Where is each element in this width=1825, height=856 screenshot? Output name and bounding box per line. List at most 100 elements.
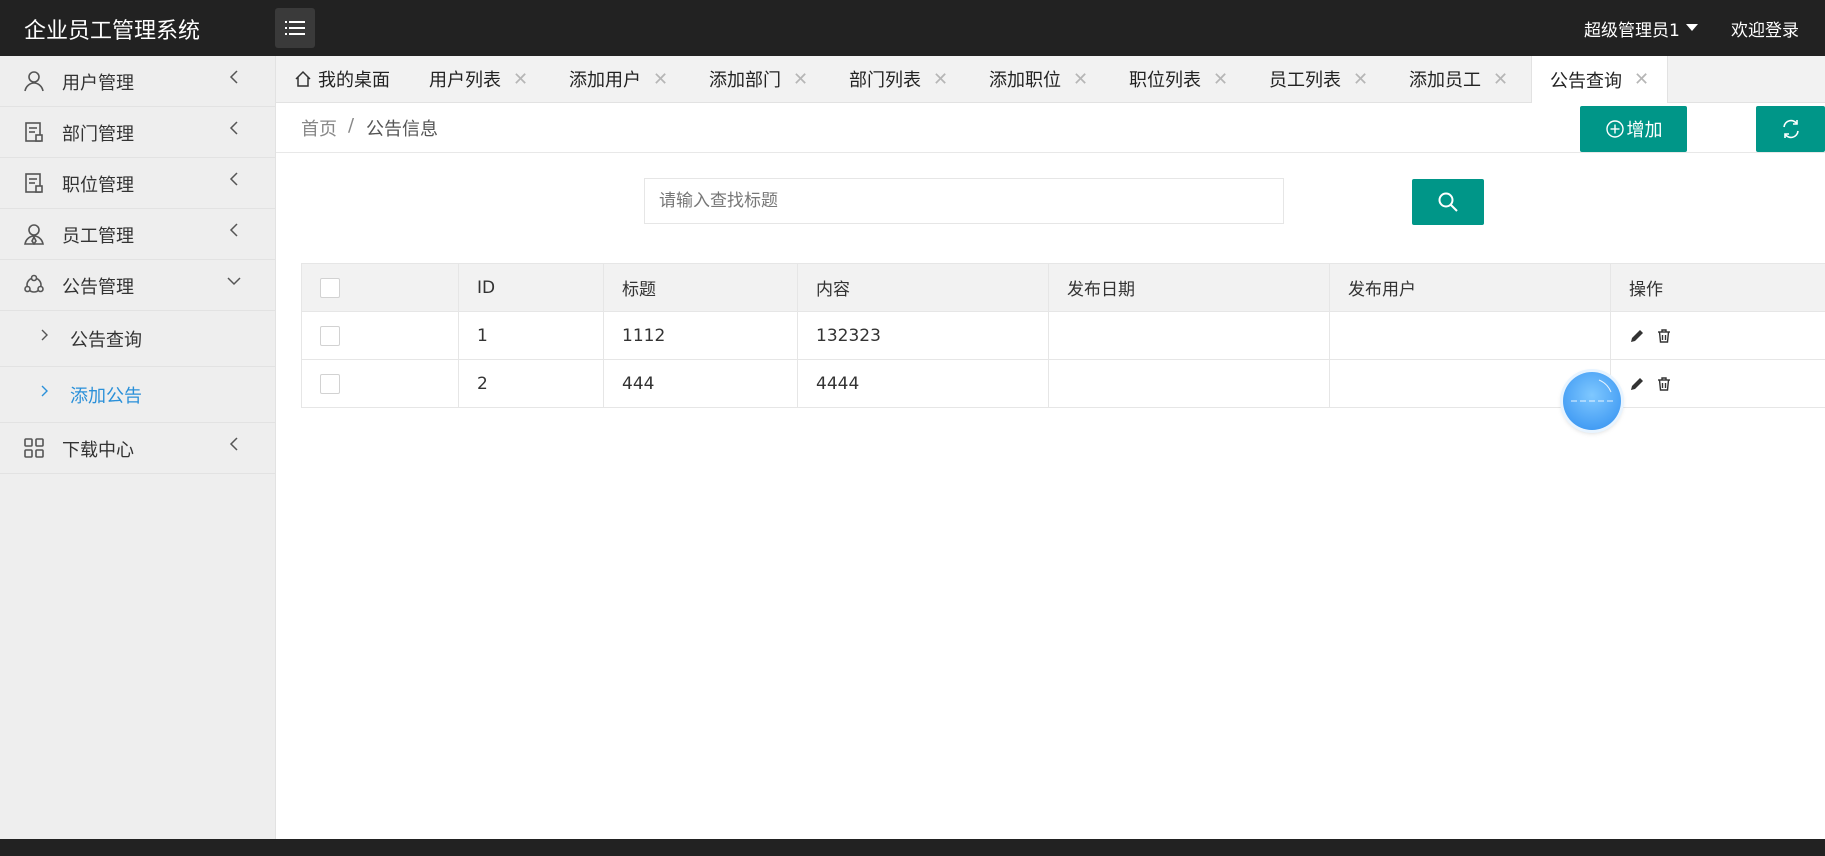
document-icon [25, 122, 43, 142]
chevron-left-icon [229, 437, 238, 451]
sidebar-item-department-management[interactable]: 部门管理 [0, 107, 275, 158]
sidebar-item-employee-management[interactable]: 员工管理 [0, 209, 275, 260]
floating-assistant-button[interactable] [1563, 372, 1621, 430]
cell-id: 1 [458, 311, 604, 360]
close-icon[interactable]: ✕ [513, 69, 528, 90]
close-icon[interactable]: ✕ [793, 69, 808, 90]
list-icon [285, 21, 305, 35]
refresh-icon [1782, 119, 1799, 139]
tab-add-department[interactable]: 添加部门 ✕ [709, 56, 808, 102]
close-icon[interactable]: ✕ [1213, 69, 1228, 90]
row-checkbox[interactable] [320, 373, 340, 394]
sidebar-item-user-management[interactable]: 用户管理 [0, 56, 275, 107]
tab-position-list[interactable]: 职位列表 ✕ [1129, 56, 1228, 102]
add-button[interactable]: 增加 [1580, 106, 1687, 152]
close-icon[interactable]: ✕ [1353, 69, 1368, 90]
row-checkbox-cell [301, 359, 459, 408]
breadcrumb-home[interactable]: 首页 [301, 115, 337, 141]
user-name: 超级管理员1 [1584, 21, 1680, 41]
column-header[interactable]: 内容 [797, 263, 1049, 312]
sidebar-item-download-center[interactable]: 下载中心 [0, 423, 275, 474]
cell-title: 444 [603, 359, 798, 408]
search-input[interactable] [644, 178, 1284, 224]
close-icon[interactable]: ✕ [1493, 69, 1508, 90]
search-button[interactable] [1412, 179, 1484, 225]
add-button-label: 增加 [1626, 120, 1663, 141]
share-icon [24, 274, 44, 293]
home-icon [295, 70, 311, 87]
table-row[interactable]: 1 1112 132323 [301, 311, 1825, 360]
tab-label: 添加员工 [1409, 70, 1481, 91]
column-header[interactable]: 标题 [603, 263, 798, 312]
trash-icon[interactable] [1656, 376, 1672, 392]
edit-icon[interactable] [1629, 328, 1645, 344]
cell-user [1329, 311, 1611, 360]
sidebar-subitem-label: 公告查询 [70, 330, 142, 351]
chevron-left-icon [229, 70, 238, 84]
column-header[interactable]: 发布用户 [1329, 263, 1611, 312]
sidebar-item-label: 公告管理 [62, 277, 134, 298]
close-icon[interactable]: ✕ [933, 69, 948, 90]
row-checkbox[interactable] [320, 325, 340, 346]
app-title: 企业员工管理系统 [24, 19, 201, 44]
cell-content: 4444 [797, 359, 1049, 408]
sidebar-item-label: 员工管理 [62, 226, 134, 247]
cell-date [1048, 359, 1330, 408]
sidebar: 用户管理 部门管理 职位管理 员工管理 公告管理 公告查询 添加公告 下载中心 [0, 56, 276, 839]
cell-date [1048, 311, 1330, 360]
column-header: 操作 [1610, 263, 1825, 312]
refresh-button[interactable] [1756, 106, 1825, 152]
tab-my-desktop[interactable]: 我的桌面 [294, 56, 390, 102]
trash-icon[interactable] [1656, 328, 1672, 344]
assistant-icon [1571, 379, 1613, 402]
tab-notice-query[interactable]: 公告查询 ✕ [1531, 56, 1669, 103]
tab-label: 添加职位 [989, 70, 1061, 91]
bottom-bar [0, 839, 1825, 856]
chevron-right-icon [41, 329, 48, 341]
grid-icon [24, 438, 44, 458]
edit-icon[interactable] [1629, 376, 1645, 392]
cell-actions [1610, 359, 1825, 408]
tab-employee-list[interactable]: 员工列表 ✕ [1269, 56, 1368, 102]
tab-label: 职位列表 [1129, 70, 1201, 91]
tab-label: 员工列表 [1269, 70, 1341, 91]
close-icon[interactable]: ✕ [1073, 69, 1088, 90]
close-icon[interactable]: ✕ [653, 69, 668, 90]
top-bar: 企业员工管理系统 超级管理员1 欢迎登录 [0, 0, 1825, 56]
sidebar-subitem-notice-query[interactable]: 公告查询 [0, 311, 275, 367]
row-checkbox-cell [301, 311, 459, 360]
cell-actions [1610, 311, 1825, 360]
document-icon [25, 173, 43, 193]
close-icon[interactable]: ✕ [1634, 69, 1649, 90]
logout-link[interactable]: 欢迎登录 [1731, 16, 1799, 41]
column-header[interactable]: ID [458, 263, 604, 312]
tab-label: 公告查询 [1550, 70, 1622, 92]
sidebar-item-label: 部门管理 [62, 124, 134, 145]
sidebar-item-label: 下载中心 [62, 440, 134, 461]
sidebar-subitem-label: 添加公告 [70, 386, 142, 407]
user-icon [24, 71, 44, 92]
sidebar-item-label: 用户管理 [62, 73, 134, 94]
tab-add-user[interactable]: 添加用户 ✕ [569, 56, 668, 102]
chevron-down-icon [227, 277, 241, 286]
tab-label: 添加用户 [569, 70, 641, 91]
tab-bar: 我的桌面 用户列表 ✕ 添加用户 ✕ 添加部门 ✕ 部门列表 ✕ 添加职位 ✕ 职位列表 ✕… [276, 56, 1825, 103]
cell-id: 2 [458, 359, 604, 408]
sidebar-subitem-add-notice[interactable]: 添加公告 [0, 367, 275, 423]
sidebar-item-position-management[interactable]: 职位管理 [0, 158, 275, 209]
tab-add-position[interactable]: 添加职位 ✕ [989, 56, 1088, 102]
chevron-right-icon [41, 385, 48, 397]
tab-add-employee[interactable]: 添加员工 ✕ [1409, 56, 1508, 102]
sidebar-item-label: 职位管理 [62, 175, 134, 196]
employee-icon [24, 224, 44, 245]
column-header[interactable]: 发布日期 [1048, 263, 1330, 312]
tab-user-list[interactable]: 用户列表 ✕ [429, 56, 528, 102]
breadcrumb-separator: / [348, 115, 355, 136]
select-all-checkbox[interactable] [320, 277, 340, 298]
menu-toggle-button[interactable] [275, 8, 315, 48]
tab-department-list[interactable]: 部门列表 ✕ [849, 56, 948, 102]
caret-down-icon [1685, 23, 1698, 31]
user-menu[interactable]: 超级管理员1 [1584, 16, 1698, 41]
sidebar-item-notice-management[interactable]: 公告管理 [0, 260, 275, 311]
cell-content: 132323 [797, 311, 1049, 360]
